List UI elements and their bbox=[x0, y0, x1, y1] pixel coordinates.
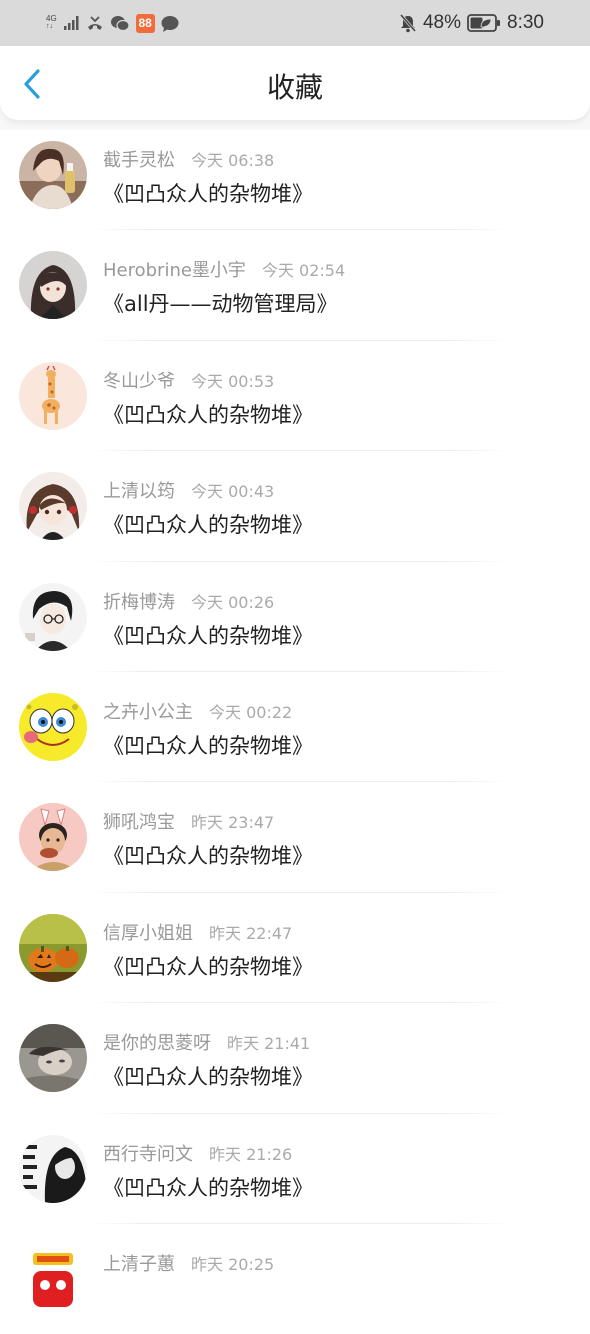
avatar-red-sticker-icon bbox=[19, 1244, 87, 1313]
avatar-anime-girl-brown-icon bbox=[19, 472, 87, 541]
item-meta: 冬山少爷 今天 00:53 bbox=[103, 367, 274, 393]
item-meta: 折梅博涛 今天 00:26 bbox=[103, 588, 274, 614]
navigation-header: 收藏 bbox=[0, 46, 590, 120]
book-title[interactable]: 《凹凸众人的杂物堆》 bbox=[103, 509, 313, 539]
list-item[interactable]: 折梅博涛 今天 00:26 《凹凸众人的杂物堆》 bbox=[0, 562, 590, 672]
list-item[interactable]: 冬山少爷 今天 00:53 《凹凸众人的杂物堆》 bbox=[0, 341, 590, 452]
book-title[interactable]: 《凹凸众人的杂物堆》 bbox=[103, 620, 313, 650]
app-notification-icon: 88 bbox=[135, 13, 155, 33]
timestamp: 昨天 23:47 bbox=[191, 813, 275, 833]
network-type: 4G ↑↓ bbox=[46, 14, 57, 31]
user-name[interactable]: 西行寺问文 bbox=[103, 1140, 193, 1166]
avatar[interactable] bbox=[19, 141, 87, 209]
avatar[interactable] bbox=[19, 1244, 87, 1313]
avatar[interactable] bbox=[19, 251, 87, 320]
user-name[interactable]: Herobrine墨小宇 bbox=[103, 256, 246, 282]
item-meta: 之卉小公主 今天 00:22 bbox=[103, 698, 292, 724]
timestamp: 昨天 22:47 bbox=[209, 923, 293, 943]
timestamp: 今天 00:26 bbox=[191, 592, 275, 612]
user-name[interactable]: 是你的思菱呀 bbox=[103, 1029, 211, 1055]
avatar[interactable] bbox=[19, 472, 87, 541]
avatar-giraffe-icon bbox=[19, 361, 87, 430]
item-meta: 狮吼鸿宝 昨天 23:47 bbox=[103, 808, 274, 834]
list-item[interactable]: 之卉小公主 今天 00:22 《凹凸众人的杂物堆》 bbox=[0, 672, 590, 783]
avatar[interactable] bbox=[19, 692, 87, 761]
avatar[interactable] bbox=[19, 803, 87, 872]
book-title[interactable]: 《凹凸众人的杂物堆》 bbox=[103, 730, 313, 760]
user-name[interactable]: 折梅博涛 bbox=[103, 588, 175, 614]
avatar-anime-girl-dark-icon bbox=[19, 251, 87, 320]
item-meta: 是你的思菱呀 昨天 21:41 bbox=[103, 1029, 310, 1055]
user-name[interactable]: 上清以筠 bbox=[103, 477, 175, 503]
book-title[interactable]: 《凹凸众人的杂物堆》 bbox=[103, 1061, 313, 1091]
status-left: 4G ↑↓ 88 bbox=[46, 13, 179, 33]
list-item[interactable]: 是你的思菱呀 昨天 21:41 《凹凸众人的杂物堆》 bbox=[0, 1003, 590, 1114]
user-name[interactable]: 之卉小公主 bbox=[103, 698, 193, 724]
list-item[interactable]: 上清子蕙 昨天 20:25 bbox=[0, 1224, 590, 1334]
user-name[interactable]: 冬山少爷 bbox=[103, 367, 175, 393]
item-meta: 上清以筠 今天 00:43 bbox=[103, 477, 274, 503]
avatar-spongebob-icon bbox=[19, 692, 87, 761]
book-title[interactable]: 《凹凸众人的杂物堆》 bbox=[103, 951, 313, 981]
item-meta: 西行寺问文 昨天 21:26 bbox=[103, 1140, 292, 1166]
timestamp: 今天 00:22 bbox=[209, 702, 293, 722]
status-right: 48% 8:30 bbox=[399, 12, 544, 34]
book-title[interactable]: 《凹凸众人的杂物堆》 bbox=[103, 399, 313, 429]
item-meta: 上清子蕙 昨天 20:25 bbox=[103, 1250, 274, 1276]
user-name[interactable]: 截手灵松 bbox=[103, 146, 175, 172]
favorites-list: 截手灵松 今天 06:38 《凹凸众人的杂物堆》 Herobrine墨小宇 今天… bbox=[0, 120, 590, 1334]
list-item[interactable]: 截手灵松 今天 06:38 《凹凸众人的杂物堆》 bbox=[0, 120, 590, 231]
list-item[interactable]: 狮吼鸿宝 昨天 23:47 《凹凸众人的杂物堆》 bbox=[0, 782, 590, 893]
book-title[interactable]: 《凹凸众人的杂物堆》 bbox=[103, 1172, 313, 1202]
battery-icon bbox=[467, 14, 501, 32]
timestamp: 昨天 21:41 bbox=[227, 1034, 311, 1054]
missed-call-icon bbox=[86, 15, 104, 31]
timestamp: 今天 02:54 bbox=[261, 261, 346, 281]
wechat-icon bbox=[110, 15, 130, 32]
avatar[interactable] bbox=[19, 1024, 87, 1093]
avatar-pumpkins-icon bbox=[19, 913, 87, 982]
item-meta: 截手灵松 今天 06:38 bbox=[103, 146, 274, 172]
item-meta: Herobrine墨小宇 今天 02:54 bbox=[103, 256, 345, 282]
avatar[interactable] bbox=[19, 582, 87, 651]
page-title: 收藏 bbox=[266, 71, 323, 104]
timestamp: 今天 00:53 bbox=[191, 371, 275, 391]
avatar-boy-bunny-ears-icon bbox=[19, 803, 87, 872]
book-title[interactable]: 《凹凸众人的杂物堆》 bbox=[103, 178, 313, 208]
timestamp: 今天 00:43 bbox=[191, 482, 275, 502]
user-name[interactable]: 狮吼鸿宝 bbox=[103, 808, 175, 834]
book-title[interactable]: 《all丹——动物管理局》 bbox=[103, 288, 338, 318]
battery-percent: 48% bbox=[422, 12, 462, 33]
message-icon bbox=[161, 15, 179, 32]
timestamp: 昨天 20:25 bbox=[191, 1254, 275, 1274]
status-bar: 4G ↑↓ 88 48% 8:30 bbox=[0, 0, 590, 46]
avatar-woman-lying-icon bbox=[19, 1024, 87, 1093]
user-name[interactable]: 信厚小姐姐 bbox=[103, 919, 193, 945]
timestamp: 今天 06:38 bbox=[191, 151, 275, 170]
avatar-girl-with-drink-icon bbox=[19, 141, 87, 209]
list-item[interactable]: 上清以筠 今天 00:43 《凹凸众人的杂物堆》 bbox=[0, 451, 590, 562]
clock: 8:30 bbox=[507, 12, 544, 33]
avatar-anime-boy-glasses-icon bbox=[19, 582, 87, 651]
avatar-text-bw-icon bbox=[19, 1134, 87, 1203]
avatar[interactable] bbox=[19, 361, 87, 430]
avatar[interactable] bbox=[19, 913, 87, 982]
list-item[interactable]: Herobrine墨小宇 今天 02:54 《all丹——动物管理局》 bbox=[0, 230, 590, 341]
mute-bell-icon bbox=[399, 13, 417, 33]
book-title[interactable]: 《凹凸众人的杂物堆》 bbox=[103, 840, 313, 870]
avatar[interactable] bbox=[19, 1134, 87, 1203]
user-name[interactable]: 上清子蕙 bbox=[103, 1250, 175, 1276]
timestamp: 昨天 21:26 bbox=[209, 1144, 293, 1164]
list-item[interactable]: 信厚小姐姐 昨天 22:47 《凹凸众人的杂物堆》 bbox=[0, 893, 590, 1004]
item-meta: 信厚小姐姐 昨天 22:47 bbox=[103, 919, 292, 945]
signal-icon bbox=[63, 16, 80, 30]
list-item[interactable]: 西行寺问文 昨天 21:26 《凹凸众人的杂物堆》 bbox=[0, 1114, 590, 1224]
